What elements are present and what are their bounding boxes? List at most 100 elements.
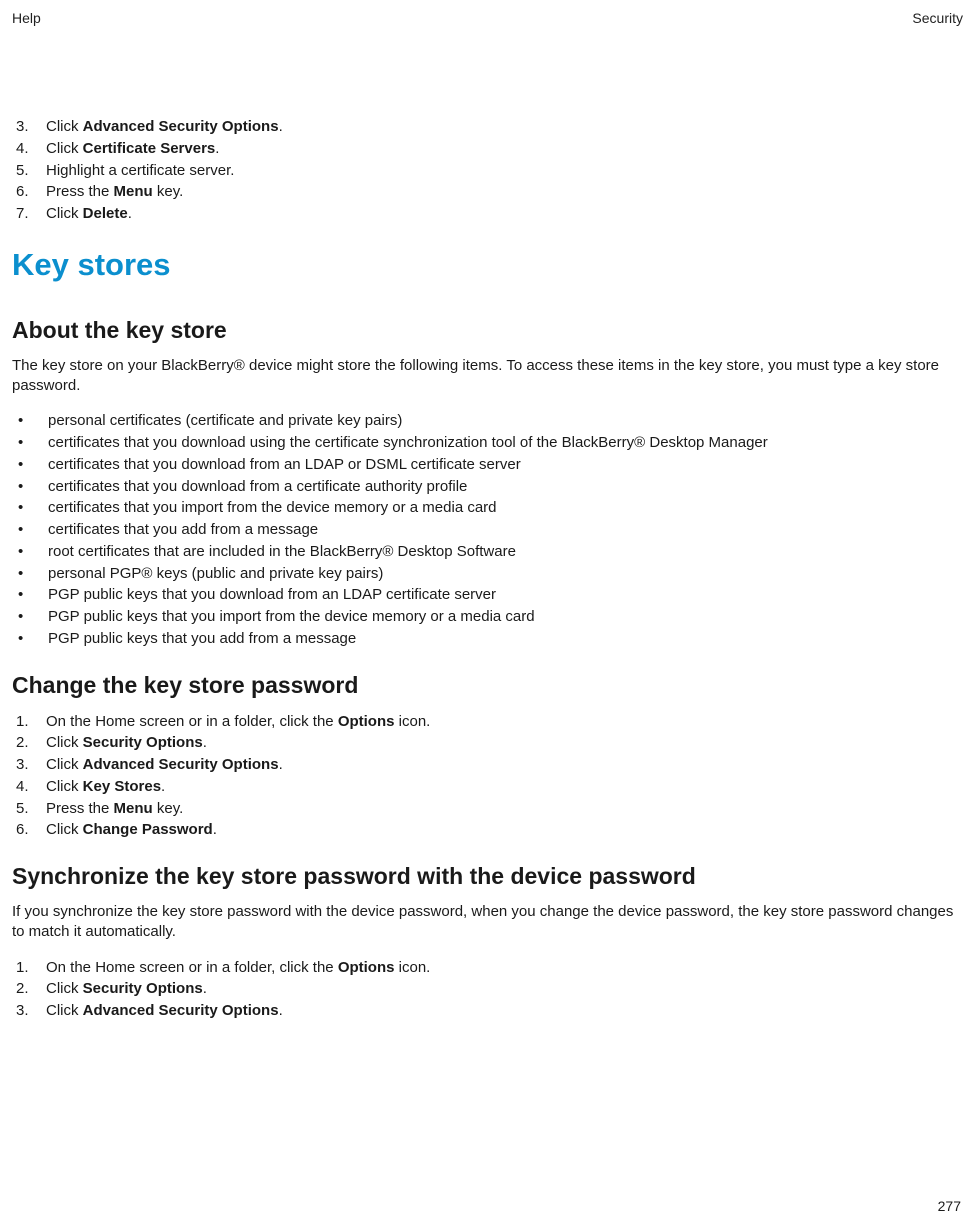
step-number: 1. [12,957,46,979]
bullet-text: root certificates that are included in t… [48,541,516,563]
step-number: 5. [12,798,46,820]
list-item: •personal PGP® keys (public and private … [12,563,963,585]
bold-term: Security Options [83,980,203,997]
list-item: 1.On the Home screen or in a folder, cli… [12,957,963,979]
bullet-icon: • [12,541,48,563]
step-text: Click Advanced Security Options. [46,1000,283,1022]
list-item: 6.Click Change Password. [12,819,963,841]
bold-term: Options [338,959,395,976]
step-text: Click Delete. [46,203,132,225]
sync-paragraph: If you synchronize the key store passwor… [12,902,963,943]
list-item: •certificates that you add from a messag… [12,519,963,541]
header-right: Security [912,10,963,26]
step-text: Press the Menu key. [46,798,183,820]
list-item: •personal certificates (certificate and … [12,410,963,432]
step-number: 2. [12,978,46,1000]
subheading-sync-password: Synchronize the key store password with … [12,863,963,890]
bullet-text: personal certificates (certificate and p… [48,410,402,432]
section-heading-key-stores: Key stores [12,247,963,283]
list-item: •certificates that you download from a c… [12,476,963,498]
bullet-icon: • [12,519,48,541]
list-item: •root certificates that are included in … [12,541,963,563]
list-item: •PGP public keys that you import from th… [12,606,963,628]
continued-steps: 3.Click Advanced Security Options.4.Clic… [12,116,963,225]
step-number: 3. [12,754,46,776]
step-text: Click Change Password. [46,819,217,841]
list-item: 4.Click Key Stores. [12,776,963,798]
bullet-text: PGP public keys that you add from a mess… [48,628,356,650]
about-paragraph: The key store on your BlackBerry® device… [12,356,963,397]
step-text: On the Home screen or in a folder, click… [46,957,430,979]
bullet-icon: • [12,432,48,454]
bullet-icon: • [12,454,48,476]
bold-term: Advanced Security Options [83,118,279,135]
page-number: 277 [938,1198,961,1214]
bullet-icon: • [12,584,48,606]
list-item: •PGP public keys that you download from … [12,584,963,606]
document-page: Help Security 3.Click Advanced Security … [0,0,975,1228]
list-item: 1.On the Home screen or in a folder, cli… [12,711,963,733]
list-item: 2.Click Security Options. [12,978,963,1000]
list-item: 3.Click Advanced Security Options. [12,1000,963,1022]
bullet-icon: • [12,606,48,628]
bold-term: Options [338,713,395,730]
subheading-about-key-store: About the key store [12,317,963,344]
step-number: 5. [12,160,46,182]
bullet-text: certificates that you add from a message [48,519,318,541]
step-text: Press the Menu key. [46,181,183,203]
step-number: 7. [12,203,46,225]
step-text: Click Advanced Security Options. [46,116,283,138]
sync-steps: 1.On the Home screen or in a folder, cli… [12,957,963,1022]
bold-term: Certificate Servers [83,140,216,157]
step-number: 3. [12,116,46,138]
bullet-icon: • [12,628,48,650]
step-number: 1. [12,711,46,733]
bullet-text: personal PGP® keys (public and private k… [48,563,383,585]
list-item: 5.Highlight a certificate server. [12,160,963,182]
list-item: 5.Press the Menu key. [12,798,963,820]
step-text: Click Security Options. [46,732,207,754]
step-text: Highlight a certificate server. [46,160,234,182]
bold-term: Change Password [83,821,213,838]
bold-term: Menu [114,800,153,817]
subheading-change-password: Change the key store password [12,672,963,699]
about-bullet-list: •personal certificates (certificate and … [12,410,963,649]
step-number: 2. [12,732,46,754]
bullet-icon: • [12,497,48,519]
bold-term: Advanced Security Options [83,1002,279,1019]
list-item: •certificates that you download from an … [12,454,963,476]
list-item: •PGP public keys that you add from a mes… [12,628,963,650]
step-number: 6. [12,181,46,203]
bullet-icon: • [12,563,48,585]
step-text: Click Certificate Servers. [46,138,219,160]
list-item: 7.Click Delete. [12,203,963,225]
bullet-text: certificates that you import from the de… [48,497,497,519]
page-header: Help Security [12,10,963,26]
step-number: 4. [12,138,46,160]
bold-term: Delete [83,205,128,222]
bullet-text: PGP public keys that you download from a… [48,584,496,606]
bullet-icon: • [12,410,48,432]
bullet-text: certificates that you download from a ce… [48,476,467,498]
bullet-icon: • [12,476,48,498]
step-number: 6. [12,819,46,841]
bold-term: Menu [114,183,153,200]
header-left: Help [12,10,41,26]
bullet-text: certificates that you download from an L… [48,454,521,476]
step-text: On the Home screen or in a folder, click… [46,711,430,733]
list-item: 2.Click Security Options. [12,732,963,754]
bullet-text: PGP public keys that you import from the… [48,606,535,628]
list-item: 3.Click Advanced Security Options. [12,116,963,138]
step-text: Click Security Options. [46,978,207,1000]
bold-term: Key Stores [83,778,161,795]
list-item: 6.Press the Menu key. [12,181,963,203]
bold-term: Security Options [83,734,203,751]
change-steps: 1.On the Home screen or in a folder, cli… [12,711,963,842]
list-item: 4.Click Certificate Servers. [12,138,963,160]
step-text: Click Key Stores. [46,776,165,798]
list-item: •certificates that you import from the d… [12,497,963,519]
step-text: Click Advanced Security Options. [46,754,283,776]
bullet-text: certificates that you download using the… [48,432,768,454]
step-number: 3. [12,1000,46,1022]
step-number: 4. [12,776,46,798]
